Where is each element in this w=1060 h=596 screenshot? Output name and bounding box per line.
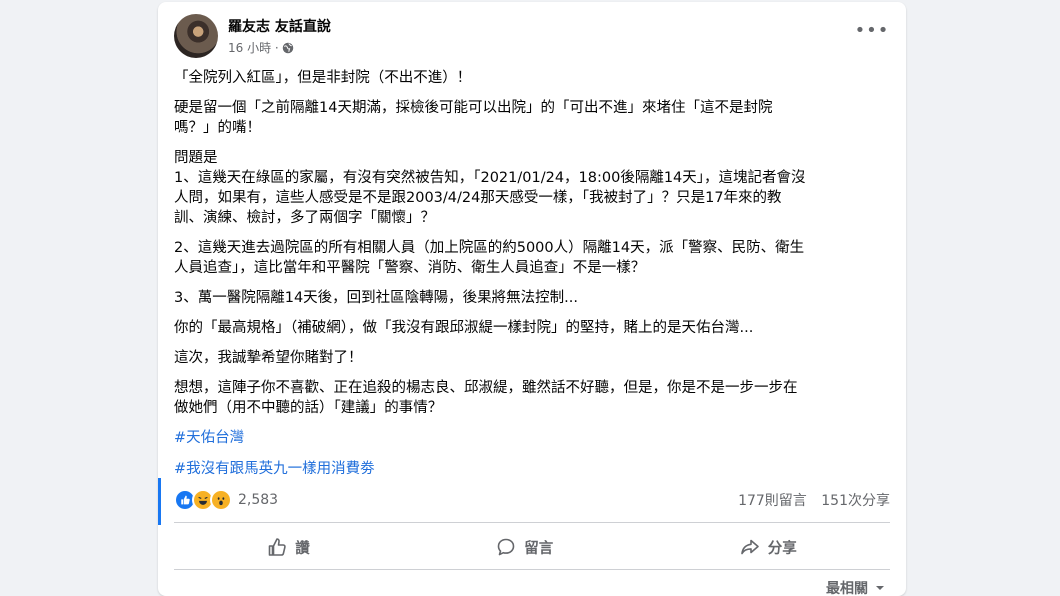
post-paragraph: 問題是 1、這幾天在綠區的家屬，有沒有突然被告知，「2021/01/24，18:… (174, 150, 806, 226)
wow-reaction-icon (210, 489, 232, 511)
post-paragraph: 「全院列入紅區」，但是非封院（不出不進）！ (174, 70, 472, 86)
share-icon (740, 539, 759, 555)
globe-icon (282, 42, 293, 53)
hashtag-link[interactable]: #天佑台灣 (174, 428, 894, 448)
accent-bar (158, 478, 161, 525)
post-card: 羅友志 友話直說 16 小時 · ••• 「全院列入紅區」，但是非封院（不出不進… (158, 2, 906, 596)
divider (174, 522, 890, 523)
engagement-counts: 177則留言 151次分享 (728, 490, 890, 510)
post-paragraph: 你的「最高規格」（補破網），做「我沒有跟邱淑緹一樣封院」的堅持，賭上的是天佑台灣… (174, 320, 754, 336)
post-paragraph: 3、萬一醫院隔離14天後，回到社區陰轉陽，後果將無法控制... (174, 290, 579, 306)
post-stats: 2,583 177則留言 151次分享 (174, 488, 890, 512)
comment-icon (497, 538, 515, 556)
post-meta: 16 小時 · (228, 39, 294, 56)
post-timestamp[interactable]: 16 小時 · (228, 39, 279, 56)
comment-count[interactable]: 177則留言 (738, 493, 807, 509)
share-button[interactable]: 分享 (700, 531, 837, 564)
post-paragraph: 這次，我誠摯希望你賭對了！ (174, 350, 363, 366)
action-bar: 讚 留言 分享 (174, 528, 890, 566)
hashtag-link[interactable]: #我沒有跟馬英九一樣用消費劵 (174, 459, 894, 479)
share-count[interactable]: 151次分享 (821, 493, 890, 509)
author-name[interactable]: 羅友志 友話直說 (228, 16, 331, 36)
more-icon: ••• (854, 20, 890, 41)
post-header: 羅友志 友話直說 16 小時 · ••• (174, 14, 890, 60)
more-options-button[interactable]: ••• (854, 22, 890, 44)
sort-label: 最相關 (826, 581, 868, 596)
post-paragraph: 2、這幾天進去過院區的所有相關人員（加上院區的約5000人）隔離14天，派「警察… (174, 240, 805, 276)
comment-label: 留言 (524, 540, 554, 557)
reactions-summary[interactable]: 2,583 (174, 489, 278, 511)
divider (174, 569, 890, 570)
post-body: 「全院列入紅區」，但是非封院（不出不進）！ 硬是留一個「之前隔離14天期滿，採檢… (174, 68, 894, 490)
thumbs-up-icon (268, 538, 287, 556)
share-label: 分享 (767, 540, 797, 557)
like-button[interactable]: 讚 (227, 531, 350, 564)
post-paragraph: 硬是留一個「之前隔離14天期滿，採檢後可能可以出院」的「可出不進」來堵住「這不是… (174, 100, 773, 136)
avatar[interactable] (174, 14, 218, 58)
caret-down-icon (876, 586, 884, 590)
comment-button[interactable]: 留言 (456, 531, 593, 564)
post-paragraph: 想想，這陣子你不喜歡、正在追殺的楊志良、邱淑緹，雖然話不好聽，但是，你是不是一步… (174, 380, 798, 416)
like-label: 讚 (295, 540, 310, 557)
comment-sort-dropdown[interactable]: 最相關 (826, 578, 886, 596)
reaction-count[interactable]: 2,583 (238, 492, 278, 508)
